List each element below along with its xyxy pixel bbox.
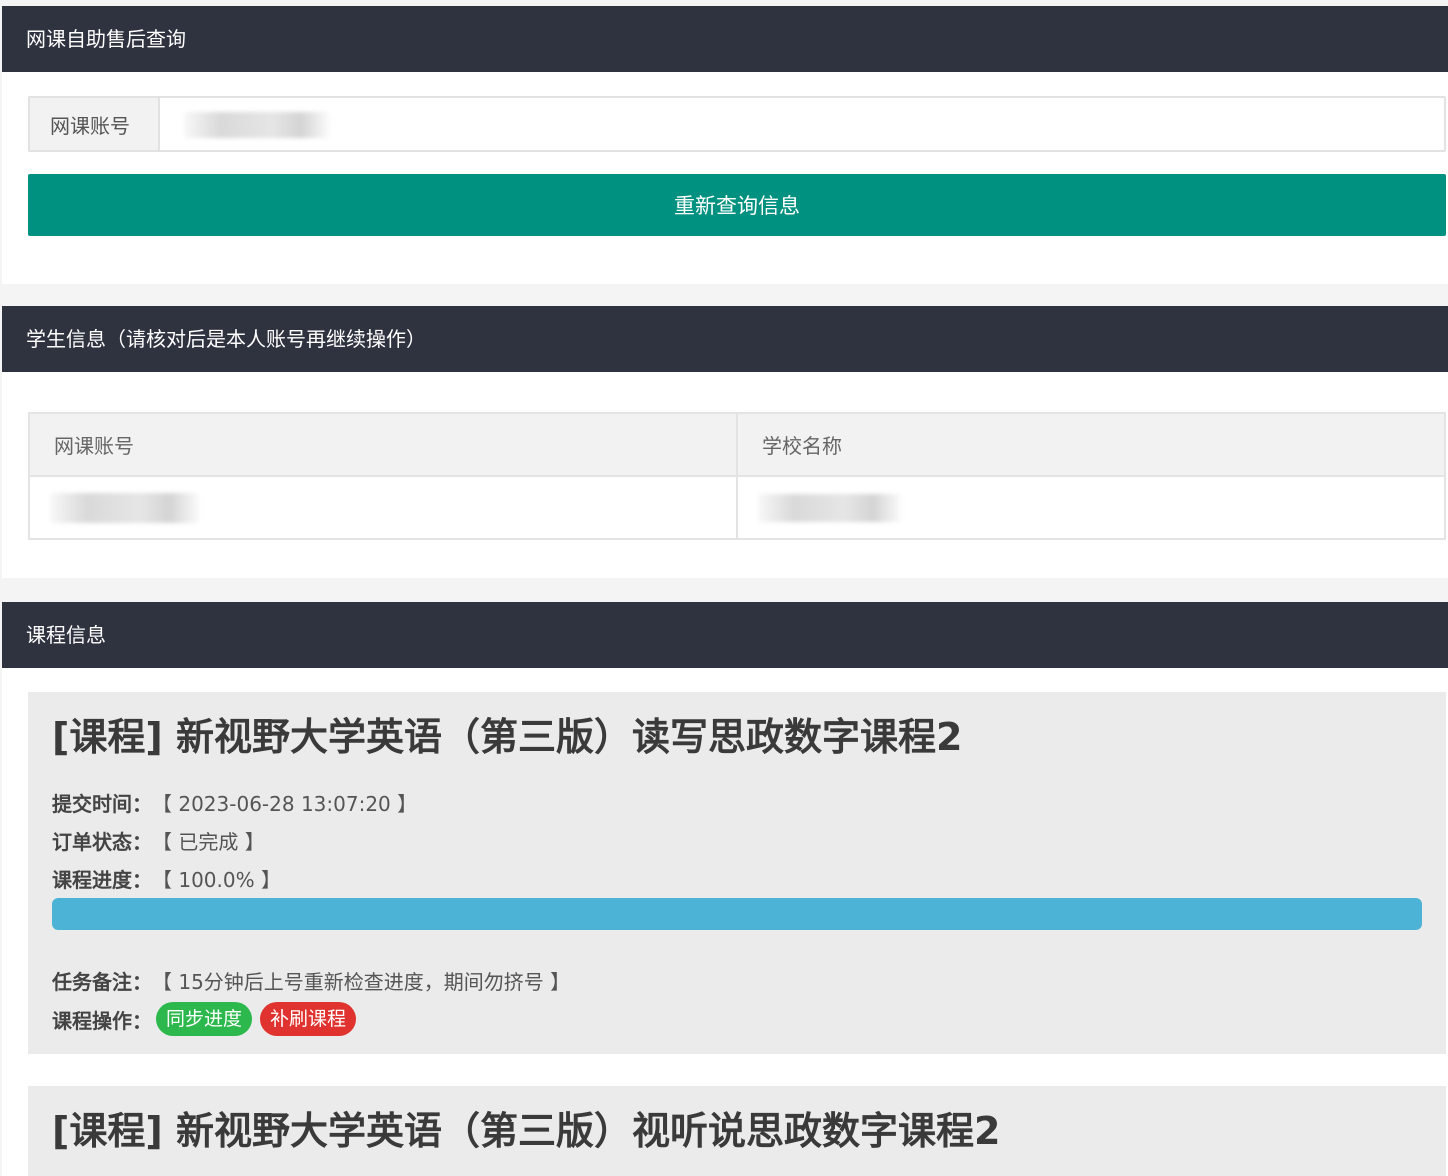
course-title: [课程] 新视野大学英语（第三版）视听说思政数字课程2 (52, 1109, 1001, 1153)
progress-row: 课程进度： 【 100.0% 】 (52, 864, 281, 893)
column-header-school: 学校名称 (736, 412, 1446, 477)
cell-school (736, 475, 1446, 540)
column-header-account: 网课账号 (28, 412, 738, 477)
query-section-title: 网课自助售后查询 (26, 27, 186, 51)
query-panel: 网课账号 重新查询信息 (2, 72, 1448, 284)
submit-time-value: 【 2023-06-28 13:07:20 】 (152, 792, 418, 816)
query-section-header: 网课自助售后查询 (2, 6, 1448, 72)
account-input[interactable] (160, 98, 1444, 150)
table-header-row: 网课账号 学校名称 (28, 412, 1446, 477)
task-note-label: 任务备注： (52, 970, 152, 994)
order-status-value: 【 已完成 】 (152, 830, 265, 854)
redacted-account-cell (50, 492, 200, 523)
course-card: [课程] 新视野大学英语（第三版）读写思政数字课程2 提交时间： 【 2023-… (28, 692, 1446, 1054)
sync-progress-button[interactable]: 同步进度 (156, 1002, 253, 1036)
redacted-school-cell (758, 493, 902, 522)
redacted-account-value (184, 112, 330, 138)
order-status-row: 订单状态： 【 已完成 】 (52, 826, 265, 855)
progress-bar (52, 898, 1422, 930)
redo-course-button[interactable]: 补刷课程 (260, 1002, 357, 1036)
submit-time-row: 提交时间： 【 2023-06-28 13:07:20 】 (52, 788, 417, 817)
course-title: [课程] 新视野大学英语（第三版）读写思政数字课程2 (52, 715, 963, 759)
course-ops-label: 课程操作： (52, 1008, 152, 1033)
account-input-wrap[interactable] (160, 98, 1444, 150)
progress-bar-fill (52, 898, 1422, 930)
table-row (28, 475, 1446, 540)
submit-time-label: 提交时间： (52, 792, 152, 816)
requery-button[interactable]: 重新查询信息 (28, 174, 1446, 236)
student-panel: 网课账号 学校名称 (2, 372, 1448, 578)
course-section-title: 课程信息 (26, 623, 106, 647)
student-section-header: 学生信息（请核对后是本人账号再继续操作） (2, 306, 1448, 372)
progress-value: 【 100.0% 】 (152, 868, 281, 892)
progress-label: 课程进度： (52, 868, 152, 892)
course-ops-row: 课程操作： 同步进度 补刷课程 (52, 1002, 360, 1036)
cell-account (28, 475, 738, 540)
task-note-value: 【 15分钟后上号重新检查进度，期间勿挤号 】 (152, 970, 571, 994)
student-section-title: 学生信息（请核对后是本人账号再继续操作） (26, 327, 426, 351)
course-section-header: 课程信息 (2, 602, 1448, 668)
course-panel: [课程] 新视野大学英语（第三版）读写思政数字课程2 提交时间： 【 2023-… (2, 668, 1448, 1176)
course-card: [课程] 新视野大学英语（第三版）视听说思政数字课程2 (28, 1086, 1446, 1176)
student-info-table: 网课账号 学校名称 (28, 412, 1446, 540)
order-status-label: 订单状态： (52, 830, 152, 854)
account-input-label: 网课账号 (30, 98, 160, 150)
task-note-row: 任务备注： 【 15分钟后上号重新检查进度，期间勿挤号 】 (52, 966, 570, 995)
account-input-group: 网课账号 (28, 96, 1446, 152)
